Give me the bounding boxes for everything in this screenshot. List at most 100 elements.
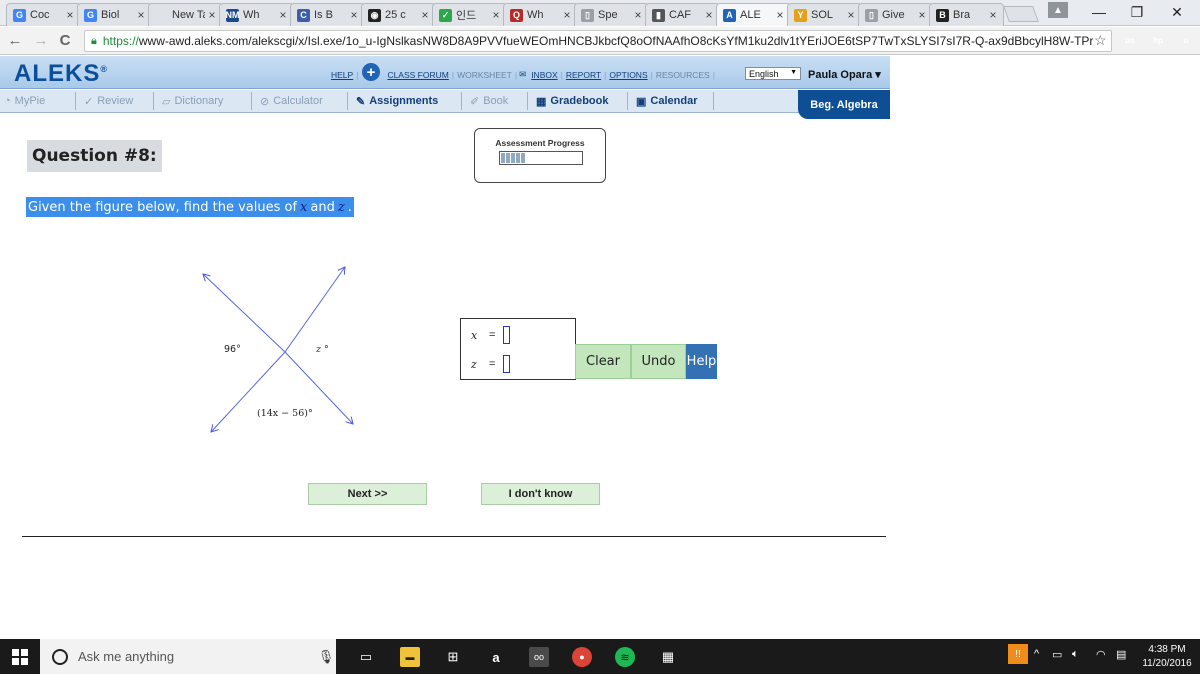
dropdown-caret-icon: ▼ — [790, 69, 797, 76]
browser-tab[interactable]: ▯ Spe × — [574, 3, 649, 26]
browser-tab[interactable]: NM Wh × — [219, 3, 294, 26]
nav-tab-calendar[interactable]: ▣ Calendar — [632, 92, 714, 110]
tab-title: Spe — [598, 9, 618, 21]
report-link[interactable]: REPORT — [566, 70, 601, 80]
help-link[interactable]: HELP — [331, 70, 353, 80]
browser-tab[interactable]: B Bra × — [929, 3, 1004, 26]
angle-label-96: 96° — [224, 344, 241, 355]
language-select[interactable]: English ▼ — [745, 67, 801, 80]
tab-title: SOL — [811, 9, 834, 21]
window-minimize-button[interactable]: — — [1082, 0, 1116, 24]
browser-tab[interactable]: New Tal× — [148, 3, 223, 26]
store-icon[interactable]: ⊞ — [443, 647, 463, 667]
microphone-icon[interactable]: 🎙︎ — [316, 647, 336, 667]
tab-close-icon[interactable]: × — [63, 8, 77, 22]
tab-close-icon[interactable]: × — [702, 8, 716, 22]
class-forum-link[interactable]: CLASS FORUM — [387, 70, 448, 80]
answer-input-x[interactable] — [503, 326, 510, 344]
nav-tab-dictionary: ▱ Dictionary — [158, 92, 252, 110]
browser-tab[interactable]: ◉ 25 c × — [361, 3, 436, 26]
nav-tab-gradebook[interactable]: ▦ Gradebook — [532, 92, 628, 110]
calculator-icon[interactable]: ▦ — [658, 647, 678, 667]
tab-close-icon[interactable]: × — [205, 8, 219, 22]
browser-tab[interactable]: ▯ Give × — [858, 3, 933, 26]
tab-close-icon[interactable]: × — [915, 8, 929, 22]
forward-icon[interactable]: → — [32, 32, 50, 49]
tab-favicon-icon: ▮ — [652, 8, 665, 22]
system-clock[interactable]: 4:38 PM 11/20/2016 — [1138, 643, 1196, 671]
tab-close-icon[interactable]: × — [418, 8, 432, 22]
tab-favicon-icon: B — [936, 8, 949, 22]
answer-input-z[interactable] — [503, 355, 510, 373]
answer-row-z: z = — [471, 354, 510, 374]
battery-icon[interactable]: ▭ — [1052, 648, 1062, 661]
amazon-icon[interactable]: a — [486, 647, 506, 667]
nav-tab-assignments[interactable]: ✎ Assignments — [352, 92, 462, 110]
line-ne-sw-lower — [211, 351, 286, 432]
question-title: Question #8: — [27, 140, 162, 172]
clear-button[interactable]: Clear — [575, 344, 631, 379]
dont-know-button[interactable]: I don't know — [481, 483, 600, 505]
browser-tab[interactable]: G Biol × — [77, 3, 152, 26]
tab-close-icon[interactable]: × — [347, 8, 361, 22]
undo-button[interactable]: Undo — [631, 344, 686, 379]
new-tab-button[interactable] — [1003, 6, 1039, 22]
wifi-icon[interactable]: ◠ — [1096, 648, 1106, 661]
tab-close-icon[interactable]: × — [134, 8, 148, 22]
tab-close-icon[interactable]: × — [844, 8, 858, 22]
orange-extension-icon[interactable]: o — [1178, 32, 1194, 48]
screen: GCoc×GBiol×New Tal×NMWh×CIs B×◉25 c×✓인드×… — [0, 0, 1200, 674]
hp-extension-icon[interactable]: hp — [1150, 32, 1166, 48]
inbox-link[interactable]: INBOX — [531, 70, 557, 80]
tab-title: Bra — [953, 9, 971, 21]
window-restore-button[interactable]: ❐ — [1120, 0, 1154, 24]
chrome-icon[interactable]: ● — [572, 647, 592, 667]
tab-favicon-icon: NM — [225, 8, 240, 22]
notification-alert-icon[interactable]: !! — [1008, 644, 1028, 664]
tab-close-icon[interactable]: × — [773, 8, 787, 22]
nav-tab-icon: ▣ — [636, 95, 647, 108]
browser-tab[interactable]: ▮ CAF × — [645, 3, 720, 26]
browser-tab[interactable]: Q Wh × — [503, 3, 578, 26]
nav-tab-calculator: ⊘ Calculator — [256, 92, 348, 110]
tab-close-icon[interactable]: × — [276, 8, 290, 22]
reload-icon[interactable]: C — [56, 32, 74, 49]
tab-title: Coc — [30, 9, 50, 21]
line-nw-se — [203, 274, 286, 353]
options-link[interactable]: OPTIONS — [609, 70, 647, 80]
browser-tab[interactable]: ✓ 인드 × — [432, 3, 507, 26]
nav-tab-mypie: ◔ MyPie — [0, 92, 76, 110]
chrome-profile-icon[interactable]: ▲ — [1048, 2, 1068, 18]
file-explorer-icon[interactable]: ▬ — [400, 647, 420, 667]
task-view-icon[interactable]: ▭ — [356, 647, 376, 667]
course-tab[interactable]: Beg. Algebra — [798, 90, 890, 119]
tab-title: CAF — [669, 9, 691, 21]
aleks-nav-bar: ◔ MyPie ✓ Review ▱ Dictionary ⊘ Calculator ✎ Assi… — [0, 90, 890, 113]
next-button[interactable]: Next >> — [308, 483, 427, 505]
tab-title: Wh — [527, 9, 544, 21]
ublock-extension-icon[interactable]: uo — [1122, 32, 1138, 48]
browser-tab[interactable]: G Coc × — [6, 3, 81, 26]
tab-close-icon[interactable]: × — [986, 8, 1000, 22]
tab-close-icon[interactable]: × — [560, 8, 574, 22]
browser-tab[interactable]: A ALE × — [716, 3, 791, 26]
action-center-icon[interactable]: ▤ — [1116, 648, 1126, 661]
tripadvisor-icon[interactable]: oo — [529, 647, 549, 667]
bookmark-star-icon[interactable]: ☆ — [1094, 32, 1107, 49]
user-menu[interactable]: Paula Opara ▾ — [808, 68, 881, 81]
tray-chevron-icon[interactable]: ^ — [1034, 648, 1039, 660]
tab-close-icon[interactable]: × — [631, 8, 645, 22]
volume-icon[interactable]: 🔈︎ — [1072, 648, 1079, 661]
browser-tab[interactable]: C Is B × — [290, 3, 365, 26]
address-bar[interactable]: 🔒︎ https:// www-awd.aleks.com/alekscgi/x… — [84, 30, 1112, 52]
cortana-search[interactable]: Ask me anything — [40, 639, 336, 674]
tab-close-icon[interactable]: × — [489, 8, 503, 22]
browser-tab[interactable]: Y SOL × — [787, 3, 862, 26]
windows-start-button[interactable] — [0, 639, 40, 674]
window-close-button[interactable]: ✕ — [1160, 0, 1194, 24]
assessment-progress-bar — [499, 151, 583, 165]
back-icon[interactable]: ← — [6, 32, 24, 49]
help-button[interactable]: Help — [686, 344, 717, 379]
spotify-icon[interactable]: ≋ — [615, 647, 635, 667]
nav-tab-label: Calculator — [273, 95, 323, 107]
